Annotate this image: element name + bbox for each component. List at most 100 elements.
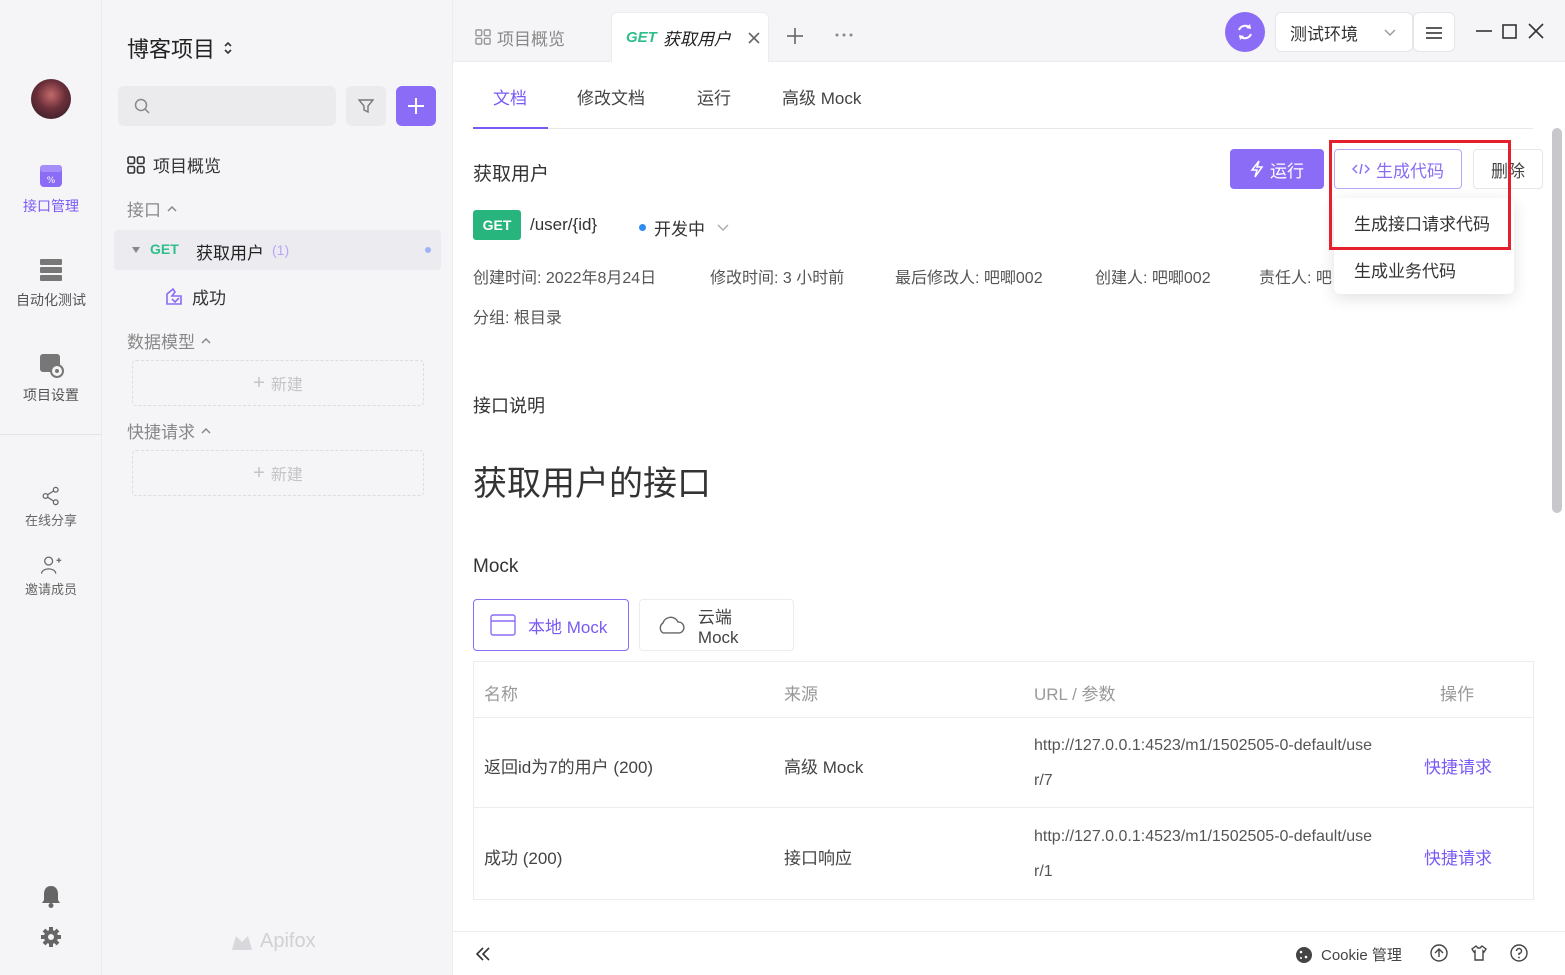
subtab-advanced-mock[interactable]: 高级 Mock: [782, 84, 861, 109]
minimize-icon[interactable]: [1476, 30, 1492, 32]
meta-last-modifier: 最后修改人: 吧唧002: [895, 270, 1043, 287]
local-mock-button[interactable]: 本地 Mock: [473, 599, 629, 651]
sync-icon: [1238, 24, 1252, 40]
tab-get-user[interactable]: GET 获取用户: [611, 12, 769, 62]
sync-button[interactable]: [1225, 12, 1265, 52]
subtab-divider: [473, 128, 1533, 129]
subtab-edit-doc[interactable]: 修改文档: [577, 84, 645, 109]
brand-name: Apifox: [260, 930, 316, 952]
hamburger-icon: [1426, 27, 1442, 39]
grid-icon: [475, 29, 491, 45]
gear-icon[interactable]: [40, 926, 62, 948]
collapse-left-icon[interactable]: [475, 946, 491, 962]
close-icon[interactable]: [747, 31, 761, 45]
grid-icon: [127, 155, 145, 174]
filter-icon: [358, 99, 374, 114]
upload-icon[interactable]: [1430, 944, 1448, 962]
method-badge: GET: [473, 210, 521, 240]
maximize-icon[interactable]: [1502, 24, 1517, 39]
rail-item-automation[interactable]: 自动化测试: [0, 256, 102, 310]
help-icon[interactable]: [1510, 944, 1528, 962]
updown-chevron-icon: [224, 41, 232, 55]
rail-label: 项目设置: [23, 387, 79, 403]
search-input[interactable]: [118, 86, 336, 126]
chevron-up-icon: [201, 337, 211, 344]
chevron-up-icon: [201, 427, 211, 434]
subtab-run[interactable]: 运行: [697, 84, 731, 109]
rail-item-project-settings[interactable]: 项目设置: [0, 351, 102, 405]
search-icon: [134, 98, 150, 114]
status-select[interactable]: 开发中: [639, 215, 729, 240]
group-api[interactable]: 接口: [127, 196, 177, 221]
filter-button[interactable]: [346, 86, 386, 126]
cookie-manager[interactable]: Cookie 管理: [1295, 944, 1402, 965]
environment-select[interactable]: 测试环境: [1275, 12, 1413, 52]
quick-request-link[interactable]: 快捷请求: [1424, 753, 1492, 778]
plus-icon: +: [253, 461, 265, 484]
cloud-mock-button[interactable]: 云端 Mock: [639, 599, 794, 651]
th-source: 来源: [784, 685, 818, 704]
cell-source: 高级 Mock: [784, 758, 864, 777]
highlight-frame: [1329, 140, 1511, 250]
chevron-down-icon: [1384, 29, 1396, 36]
run-label: 运行: [1270, 161, 1304, 181]
tab-label: 项目概览: [497, 29, 565, 49]
th-url: URL / 参数: [1034, 685, 1116, 704]
new-tab-plus-icon[interactable]: [786, 27, 804, 45]
cell-name: 返回id为7的用户 (200): [484, 758, 654, 777]
more-icon[interactable]: [835, 33, 853, 37]
api-path: /user/{id}: [530, 215, 598, 234]
main-scrollbar[interactable]: [1552, 128, 1562, 513]
subtab-doc[interactable]: 文档: [493, 84, 527, 109]
add-button[interactable]: [396, 86, 436, 126]
tab-label: 获取用户: [662, 30, 731, 49]
tab-project-overview[interactable]: 项目概览: [475, 12, 565, 62]
api-item-get-user[interactable]: GET 获取用户 (1): [114, 230, 441, 270]
cloud-icon: [659, 616, 685, 634]
mock-table: 名称 来源 URL / 参数 操作 返回id为7的用户 (200) 高级 Moc…: [473, 661, 1534, 900]
method-tag: GET: [626, 29, 657, 46]
shirt-icon[interactable]: [1470, 944, 1488, 962]
bell-icon[interactable]: [40, 884, 62, 908]
group-label: 数据模型: [127, 333, 195, 352]
rail-item-api-management[interactable]: % 接口管理: [0, 162, 102, 216]
overview-label: 项目概览: [153, 157, 221, 176]
plus-icon: +: [253, 371, 265, 394]
browser-window-icon: [490, 614, 516, 636]
new-quick-request-button[interactable]: + 新建: [132, 450, 424, 496]
cell-source: 接口响应: [784, 849, 852, 868]
env-menu-button[interactable]: [1413, 12, 1455, 52]
subtab-active-indicator: [473, 127, 548, 129]
run-button[interactable]: 运行: [1230, 149, 1324, 189]
chevron-up-icon: [167, 205, 177, 212]
caret-down-icon[interactable]: [131, 246, 141, 254]
cell-url: http://127.0.0.1:4523/m1/1502505-0-defau…: [1034, 737, 1373, 789]
lightning-icon: [1250, 160, 1264, 178]
rail-item-share[interactable]: 在线分享: [0, 485, 102, 529]
th-name: 名称: [484, 685, 518, 704]
side-item-overview[interactable]: 项目概览: [127, 152, 221, 177]
rail-label: 在线分享: [24, 513, 77, 528]
cookie-label: Cookie 管理: [1321, 947, 1402, 964]
window-close-icon[interactable]: [1528, 23, 1544, 39]
description-heading: 接口说明: [473, 396, 545, 416]
new-model-button[interactable]: + 新建: [132, 360, 424, 406]
quick-request-link[interactable]: 快捷请求: [1424, 844, 1492, 869]
meta-creator: 创建人: 吧唧002: [1095, 270, 1211, 287]
avatar[interactable]: [31, 79, 71, 119]
side-panel: 博客项目 项目概览 接口 GET 获取用户 (1) 成功 数据模型 + 新建 快…: [102, 0, 453, 975]
cloud-mock-label: 云端 Mock: [697, 607, 739, 647]
case-item-success[interactable]: 成功: [164, 284, 226, 309]
rail-item-invite[interactable]: 邀请成员: [0, 554, 102, 598]
new-label: 新建: [270, 467, 303, 484]
automation-test-icon: [40, 259, 62, 281]
group-quick-request[interactable]: 快捷请求: [127, 418, 211, 443]
api-title: 获取用户: [473, 164, 550, 185]
menu-item-gen-business-code[interactable]: 生成业务代码: [1354, 257, 1456, 282]
group-data-model[interactable]: 数据模型: [127, 328, 211, 353]
left-rail: % 接口管理 自动化测试 项目设置 在线分享 邀请成员: [0, 0, 102, 975]
project-settings-icon: [40, 354, 64, 378]
project-switcher[interactable]: 博客项目: [127, 32, 233, 64]
rail-label: 邀请成员: [24, 582, 77, 597]
group-label: 接口: [127, 201, 161, 220]
